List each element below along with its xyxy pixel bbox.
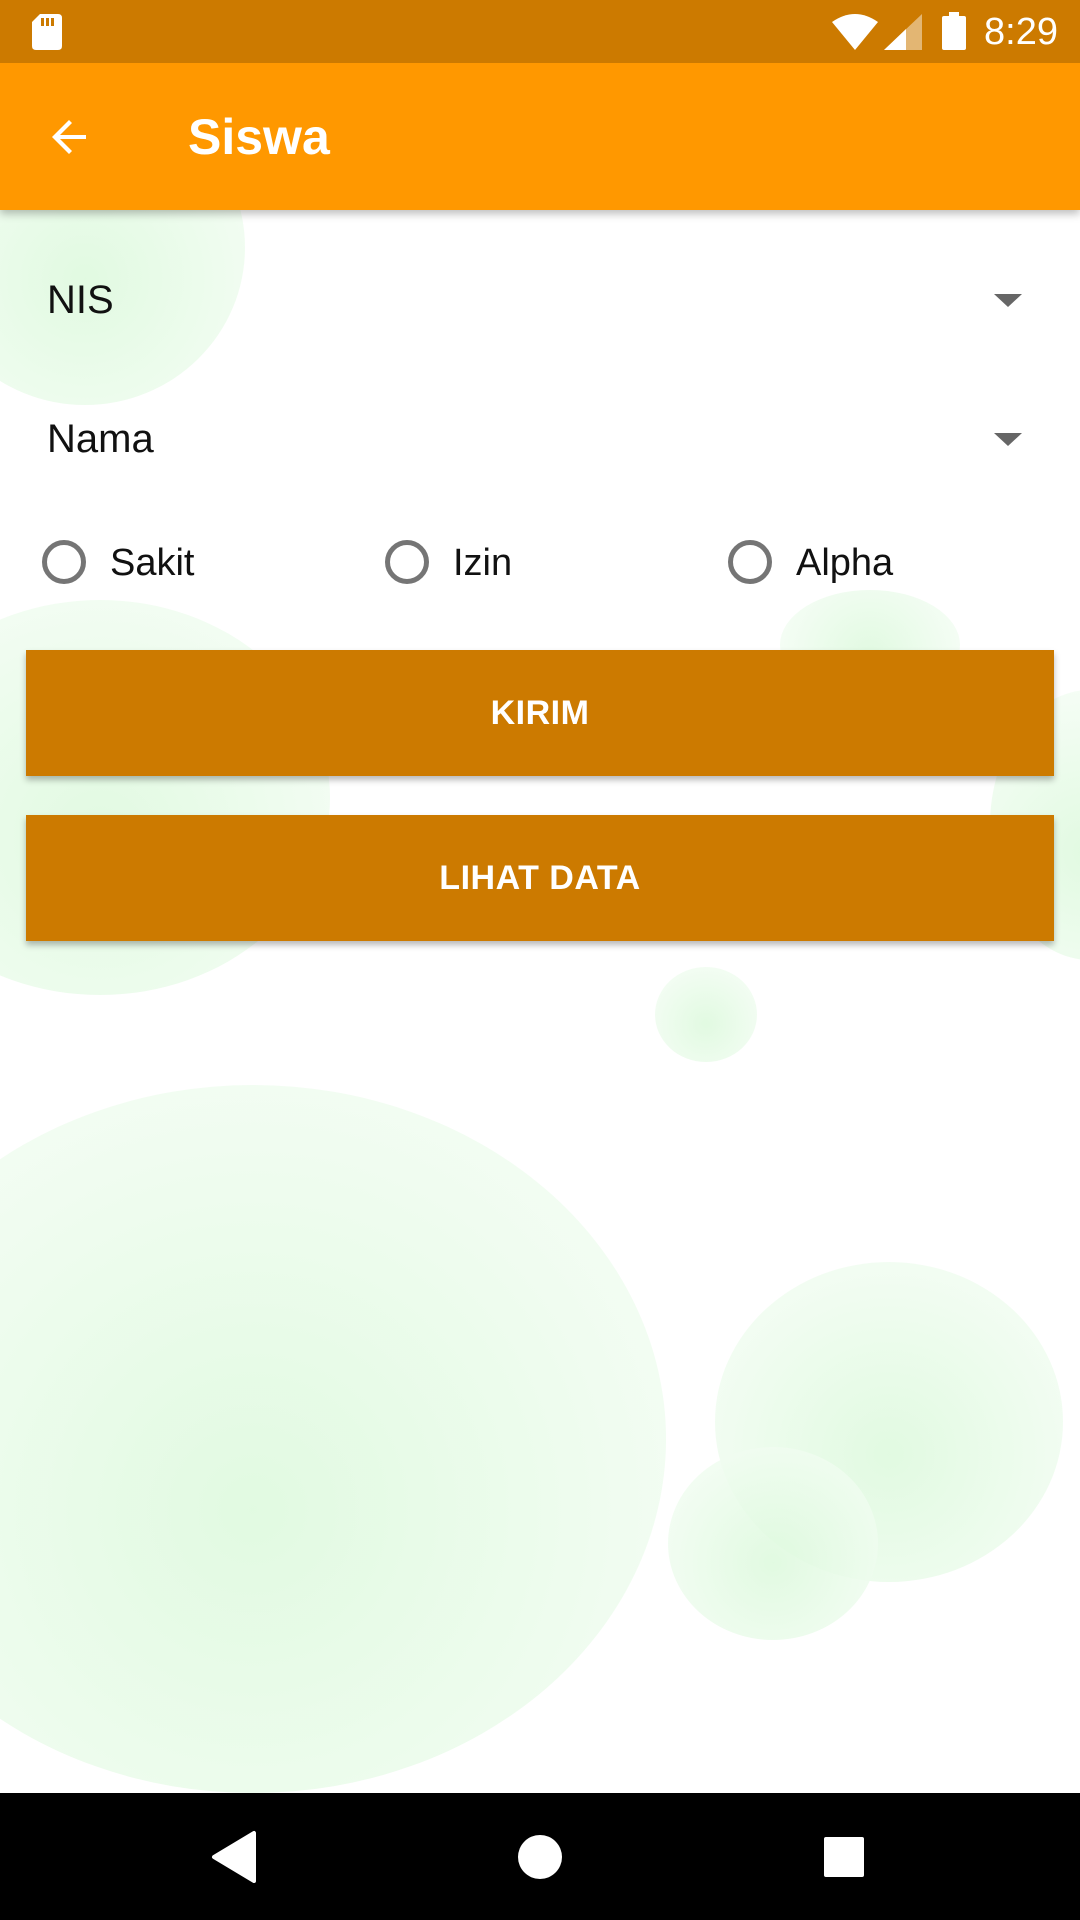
kirim-button[interactable]: KIRIM — [26, 650, 1054, 776]
navigation-bar — [0, 1793, 1080, 1920]
radio-circle-icon — [728, 540, 772, 584]
form-content: NIS Nama Sakit Izin Alpha KIRIM LIHAT DA… — [0, 210, 1080, 1793]
lihat-data-button[interactable]: LIHAT DATA — [26, 815, 1054, 941]
radio-izin[interactable]: Izin — [385, 532, 685, 596]
wifi-icon — [832, 14, 878, 50]
status-bar: 8:29 — [0, 0, 1080, 63]
status-time: 8:29 — [984, 11, 1058, 53]
signal-icon — [884, 14, 922, 50]
radio-label: Alpha — [796, 542, 894, 584]
arrow-back-icon[interactable] — [46, 113, 94, 161]
radio-label: Sakit — [110, 542, 195, 584]
battery-icon — [942, 12, 966, 50]
app-bar: Siswa — [0, 63, 1080, 210]
nis-spinner-value: NIS — [47, 278, 114, 322]
recents-square-icon[interactable] — [814, 1827, 874, 1887]
sd-card-icon — [32, 14, 62, 50]
dropdown-arrow-icon — [994, 433, 1022, 446]
radio-circle-icon — [42, 540, 86, 584]
dropdown-arrow-icon — [994, 294, 1022, 307]
radio-alpha[interactable]: Alpha — [728, 532, 1028, 596]
nis-spinner[interactable]: NIS — [26, 250, 1054, 350]
screen: 8:29 Siswa NIS Nama Sakit Izin Alpha KIR… — [0, 0, 1080, 1920]
home-circle-icon[interactable] — [510, 1827, 570, 1887]
radio-label: Izin — [453, 542, 513, 584]
nama-spinner-value: Nama — [47, 417, 154, 461]
page-title: Siswa — [188, 109, 330, 165]
radio-sakit[interactable]: Sakit — [42, 532, 342, 596]
nama-spinner[interactable]: Nama — [26, 389, 1054, 489]
radio-circle-icon — [385, 540, 429, 584]
back-triangle-icon[interactable] — [206, 1827, 266, 1887]
